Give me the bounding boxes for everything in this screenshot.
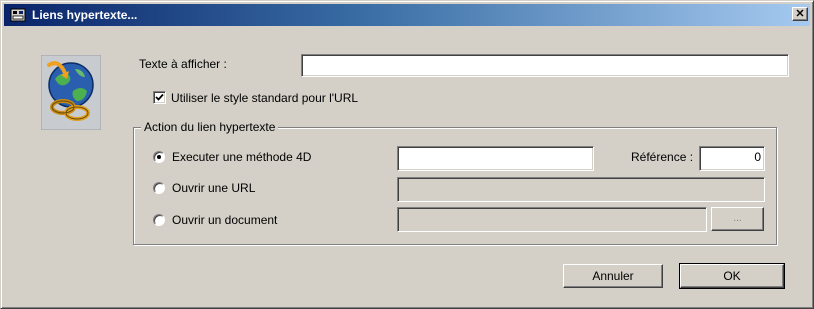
document-path-input[interactable] (397, 207, 707, 232)
execute-method-label: Executer une méthode 4D (172, 150, 312, 164)
browse-label: ... (733, 213, 742, 224)
display-text-label: Texte à afficher : (139, 57, 227, 71)
radio-execute-method[interactable] (153, 151, 165, 163)
reference-input[interactable]: 0 (699, 146, 765, 171)
browse-document-button[interactable]: ... (711, 207, 764, 231)
standard-style-label: Utiliser le style standard pour l'URL (171, 91, 359, 105)
ok-label: OK (723, 269, 741, 283)
display-text-input[interactable] (301, 54, 789, 77)
cancel-button[interactable]: Annuler (563, 264, 663, 288)
radio-open-url[interactable] (153, 182, 165, 194)
checkmark-icon (155, 93, 164, 101)
cancel-label: Annuler (592, 269, 634, 283)
method-name-input[interactable] (397, 146, 594, 171)
open-document-label: Ouvrir un document (172, 213, 278, 227)
open-url-label: Ouvrir une URL (172, 181, 256, 195)
group-title: Action du lien hypertexte (141, 120, 279, 134)
ok-button[interactable]: OK (679, 263, 785, 289)
window-app-icon (10, 7, 26, 23)
close-button[interactable]: ✕ (792, 7, 808, 21)
url-input[interactable] (397, 177, 765, 202)
globe-chain-link-icon (40, 54, 102, 131)
dialog-window: Liens hypertexte... ✕ Texte à afficher :… (0, 0, 814, 309)
standard-style-checkbox[interactable] (153, 91, 166, 104)
title-bar[interactable]: Liens hypertexte... ✕ (4, 4, 810, 26)
radio-open-document[interactable] (153, 214, 165, 226)
close-icon: ✕ (795, 7, 805, 20)
window-title: Liens hypertexte... (32, 8, 138, 22)
radio-selected-dot (157, 155, 161, 159)
reference-label: Référence : (631, 150, 694, 164)
